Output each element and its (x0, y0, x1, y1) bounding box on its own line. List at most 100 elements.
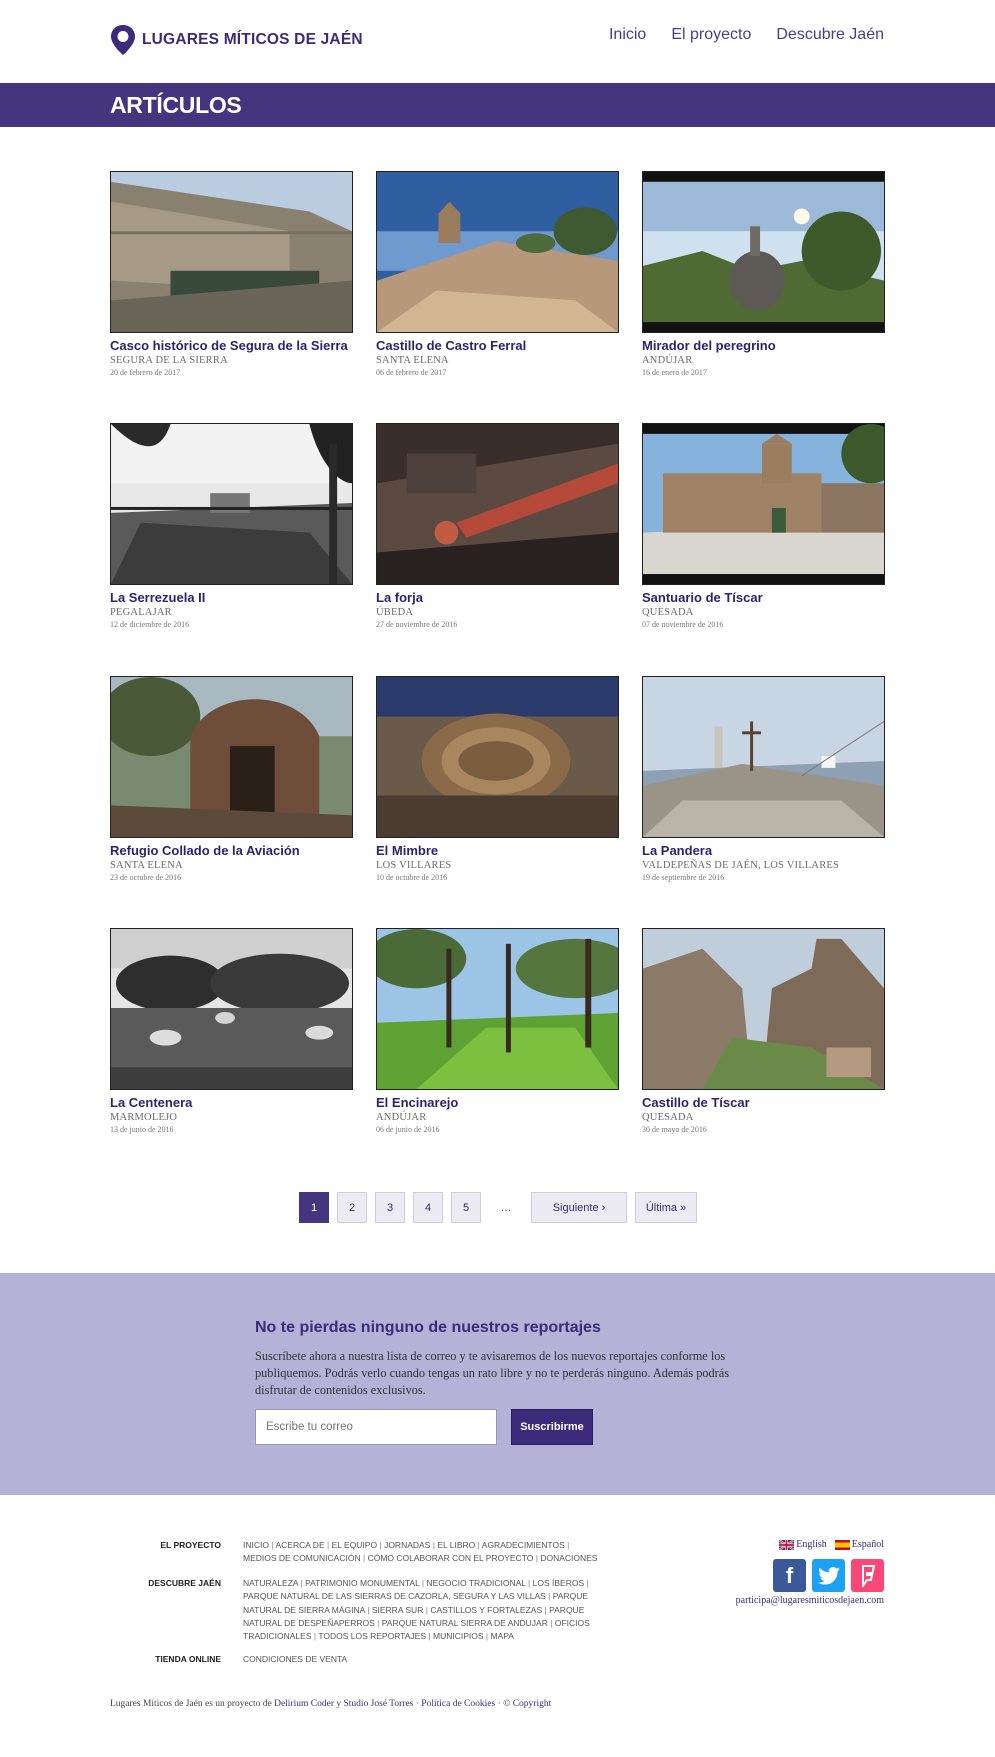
page-5-button[interactable]: 5 (451, 1192, 481, 1223)
article-thumbnail[interactable] (110, 171, 353, 333)
article-date: 07 de noviembre de 2016 (642, 620, 724, 629)
article-location: ÚBEDA (376, 607, 414, 618)
article-card[interactable]: La Centenera MARMOLEJO 13 de junio de 20… (110, 928, 353, 1148)
article-card[interactable]: Castillo de Tíscar QUESADA 30 de mayo de… (642, 928, 885, 1148)
article-title[interactable]: Refugio Collado de la Aviación (110, 843, 353, 858)
article-title[interactable]: La Pandera (642, 843, 885, 858)
page-1-button[interactable]: 1 (299, 1192, 329, 1223)
footer-link[interactable]: EL LIBRO (437, 1540, 475, 1550)
article-title[interactable]: Santuario de Tíscar (642, 590, 885, 605)
footer-section-el-proyecto: EL PROYECTO INICIO | ACERCA DE | EL EQUI… (110, 1539, 603, 1566)
footer-link[interactable]: CÓMO COLABORAR CON EL PROYECTO (368, 1553, 534, 1563)
footer-link[interactable]: MAPA (490, 1631, 513, 1641)
footer-section-tienda-online: TIENDA ONLINE CONDICIONES DE VENTA (110, 1653, 603, 1666)
twitter-icon[interactable] (812, 1559, 845, 1592)
page-2-button[interactable]: 2 (337, 1192, 367, 1223)
footer-section-label: DESCUBRE JAÉN (148, 1578, 221, 1588)
article-card[interactable]: La Pandera VALDEPEÑAS DE JAÉN, LOS VILLA… (642, 676, 885, 896)
article-card[interactable]: Refugio Collado de la Aviación SANTA ELE… (110, 676, 353, 896)
article-date: 23 de octubre de 2016 (110, 873, 182, 882)
article-date: 13 de junio de 2016 (110, 1125, 174, 1134)
article-thumbnail[interactable] (110, 928, 353, 1090)
article-date: 19 de septiembre de 2016 (642, 873, 725, 882)
article-card[interactable]: La Serrezuela II PEGALAJAR 12 de diciemb… (110, 423, 353, 643)
footer-links: CONDICIONES DE VENTA (243, 1653, 603, 1666)
site-logo[interactable]: LUGARES MÍTICOS DE JAÉN (110, 24, 363, 56)
article-title[interactable]: La forja (376, 590, 619, 605)
article-thumbnail[interactable] (110, 423, 353, 585)
footer-link[interactable]: MUNICIPIOS (433, 1631, 484, 1641)
nav-el-proyecto[interactable]: El proyecto (671, 26, 751, 44)
footer-right: English Español f participa@lugaresmitic… (736, 1539, 884, 1606)
article-card[interactable]: La forja ÚBEDA 27 de noviembre de 2016 (376, 423, 619, 643)
footer-link[interactable]: MEDIOS DE COMUNICACIÓN (243, 1553, 361, 1563)
footer-link[interactable]: ACERCA DE (275, 1540, 324, 1550)
article-thumbnail[interactable] (110, 676, 353, 838)
article-location: ANDÚJAR (376, 1112, 427, 1123)
article-location: SANTA ELENA (376, 355, 449, 366)
social-links: f (736, 1559, 884, 1592)
article-location: SEGURA DE LA SIERRA (110, 355, 228, 366)
next-page-button[interactable]: Siguiente › (531, 1192, 627, 1223)
footer-link[interactable]: PATRIMONIO MONUMENTAL (305, 1578, 419, 1588)
article-thumbnail[interactable] (376, 928, 619, 1090)
article-thumbnail[interactable] (642, 423, 885, 585)
article-card[interactable]: El Encinarejo ANDÚJAR 06 de junio de 201… (376, 928, 619, 1148)
subscribe-button[interactable]: Suscribirme (511, 1409, 593, 1445)
article-title[interactable]: Castillo de Tíscar (642, 1095, 885, 1110)
article-card[interactable]: El Mimbre LOS VILLARES 10 de octubre de … (376, 676, 619, 896)
article-card[interactable]: Casco histórico de Segura de la Sierra S… (110, 171, 353, 391)
footer-link[interactable]: PARQUE NATURAL DE LAS SIERRAS DE CAZORLA… (243, 1591, 546, 1601)
article-title[interactable]: La Serrezuela II (110, 590, 353, 605)
article-title[interactable]: La Centenera (110, 1095, 353, 1110)
footer-link[interactable]: AGRADECIMIENTOS (482, 1540, 565, 1550)
footer-link[interactable]: INICIO (243, 1540, 269, 1550)
site-name: LUGARES MÍTICOS DE JAÉN (142, 31, 363, 48)
facebook-icon[interactable]: f (773, 1559, 806, 1592)
language-english[interactable]: English (779, 1539, 827, 1550)
article-card[interactable]: Castillo de Castro Ferral SANTA ELENA 06… (376, 171, 619, 391)
article-location: QUESADA (642, 607, 694, 618)
article-title[interactable]: El Encinarejo (376, 1095, 619, 1110)
footer-link[interactable]: TODOS LOS REPORTAJES (318, 1631, 426, 1641)
article-thumbnail[interactable] (642, 171, 885, 333)
article-thumbnail[interactable] (376, 423, 619, 585)
studio-jose-torres-link[interactable]: Studio José Torres (343, 1699, 413, 1709)
footer-credits: Lugares Míticos de Jaén es un proyecto d… (110, 1699, 552, 1709)
article-location: LOS VILLARES (376, 860, 452, 871)
footer-section-label: EL PROYECTO (160, 1540, 221, 1550)
footer-link[interactable]: CONDICIONES DE VENTA (243, 1654, 347, 1664)
footer-link[interactable]: JORNADAS (384, 1540, 430, 1550)
last-page-button[interactable]: Última » (635, 1192, 697, 1223)
article-title[interactable]: Castillo de Castro Ferral (376, 338, 619, 353)
nav-inicio[interactable]: Inicio (609, 26, 646, 44)
article-title[interactable]: Casco histórico de Segura de la Sierra (110, 338, 353, 353)
page-4-button[interactable]: 4 (413, 1192, 443, 1223)
footer-link[interactable]: DONACIONES (540, 1553, 597, 1563)
language-espanol[interactable]: Español (834, 1539, 884, 1550)
contact-email[interactable]: participa@lugaresmiticosdejaen.com (736, 1595, 884, 1606)
article-thumbnail[interactable] (376, 171, 619, 333)
footer-link[interactable]: NATURALEZA (243, 1578, 298, 1588)
footer-link[interactable]: CASTILLOS Y FORTALEZAS (430, 1605, 542, 1615)
footer-link[interactable]: LOS ÍBEROS (533, 1578, 585, 1588)
footer-link[interactable]: NEGOCIO TRADICIONAL (426, 1578, 525, 1588)
cookie-policy-link[interactable]: Política de Cookies (421, 1699, 495, 1709)
footer-link[interactable]: EL EQUIPO (332, 1540, 378, 1550)
copyright-link[interactable]: © Copyright (503, 1699, 551, 1709)
article-card[interactable]: Santuario de Tíscar QUESADA 07 de noviem… (642, 423, 885, 643)
footer-links: INICIO | ACERCA DE | EL EQUIPO | JORNADA… (243, 1540, 598, 1564)
article-thumbnail[interactable] (642, 928, 885, 1090)
article-title[interactable]: Mirador del peregrino (642, 338, 885, 353)
foursquare-icon[interactable] (851, 1559, 884, 1592)
nav-descubre-jaen[interactable]: Descubre Jaén (776, 26, 884, 44)
delirium-coder-link[interactable]: Delirium Coder (274, 1699, 334, 1709)
page-3-button[interactable]: 3 (375, 1192, 405, 1223)
article-thumbnail[interactable] (376, 676, 619, 838)
footer-link[interactable]: SIERRA SUR (372, 1605, 424, 1615)
article-card[interactable]: Mirador del peregrino ANDÚJAR 16 de ener… (642, 171, 885, 391)
article-thumbnail[interactable] (642, 676, 885, 838)
article-title[interactable]: El Mimbre (376, 843, 619, 858)
email-input[interactable] (255, 1409, 497, 1445)
footer-link[interactable]: PARQUE NATURAL SIERRA DE ANDUJAR (382, 1618, 548, 1628)
